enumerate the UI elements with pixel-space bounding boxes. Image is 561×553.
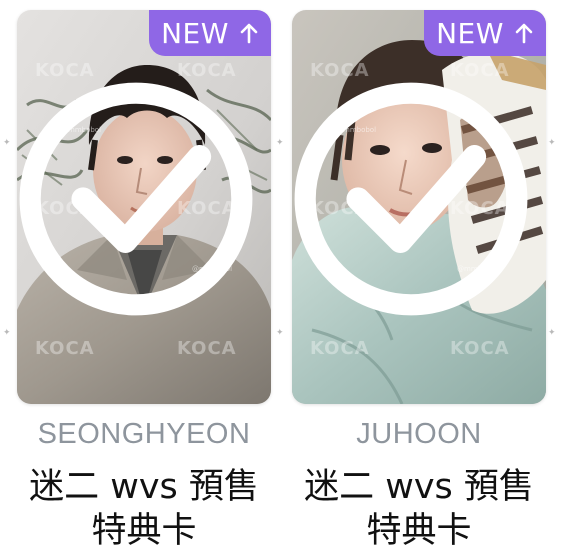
sparkle-icon: ✦ [276, 138, 284, 148]
sparkle-icon: ✦ [548, 138, 556, 148]
check-circle-icon[interactable] [292, 10, 538, 396]
card-title: 迷二 wvs 預售特典卡 [29, 467, 259, 551]
sparkle-icon: ✦ [276, 328, 284, 338]
photocard-image[interactable]: KOCA KOCA KOCA KOCA KOCA KOCA @mmbobol @… [17, 10, 271, 404]
sparkle-icon: ✦ [3, 138, 11, 148]
photocard-grid: ✦ ✦ ✦ ✦ ✦ ✦ KOCA KOCA KOCA KOCA KOCA KOC… [0, 0, 561, 552]
check-circle-icon[interactable] [17, 10, 263, 396]
member-name: JUHOON [356, 418, 482, 450]
member-name: SEONGHYEON [37, 418, 251, 450]
photocard-seonghyeon[interactable]: KOCA KOCA KOCA KOCA KOCA KOCA @mmbobol @… [17, 10, 271, 551]
sparkle-icon: ✦ [548, 328, 556, 338]
sparkle-icon: ✦ [3, 328, 11, 338]
photocard-juhoon[interactable]: KOCA KOCA KOCA KOCA KOCA KOCA @mmbobol @… [292, 10, 546, 551]
photocard-image[interactable]: KOCA KOCA KOCA KOCA KOCA KOCA @mmbobol @… [292, 10, 546, 404]
card-title: 迷二 wvs 預售特典卡 [304, 467, 534, 551]
